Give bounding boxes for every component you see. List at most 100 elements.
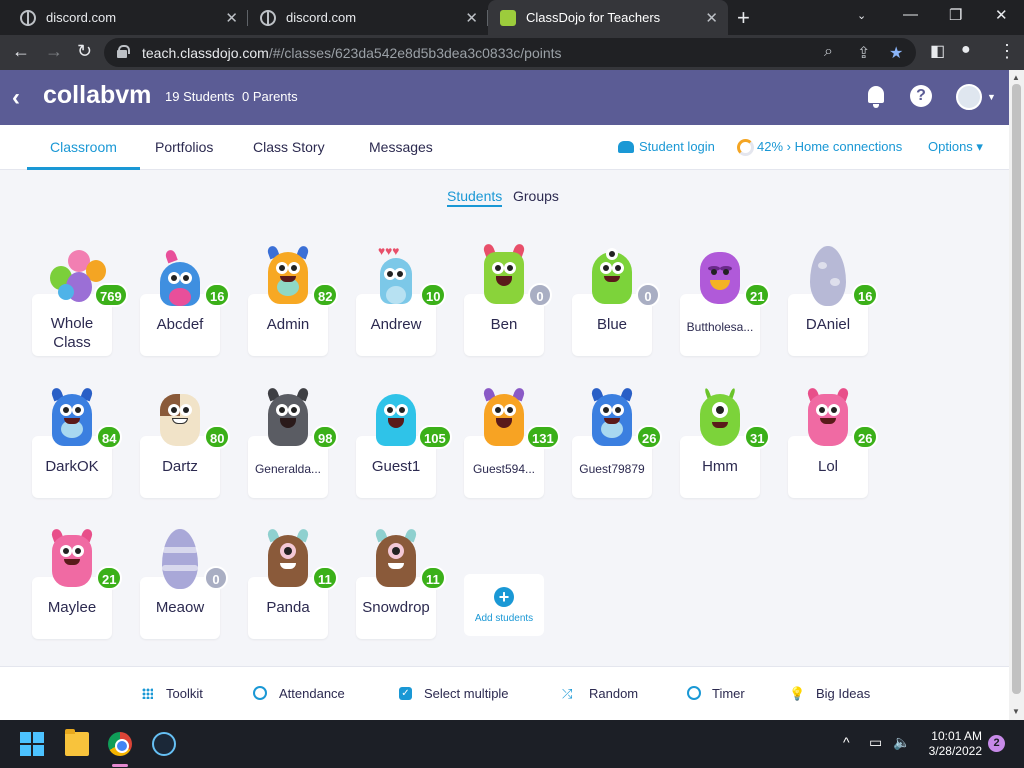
student-card[interactable]: Lol 26 [788,386,879,498]
brown-cyclops-avatar [372,527,420,591]
bell-icon[interactable] [866,86,886,108]
random-button[interactable]: Random [589,686,638,701]
close-icon[interactable]: ✕ [465,9,478,27]
user-avatar[interactable] [956,84,982,110]
striped-egg-avatar [156,527,204,591]
help-icon[interactable]: ? [910,85,932,107]
notification-badge[interactable]: 2 [988,735,1005,752]
toolkit-button[interactable]: Toolkit [166,686,203,701]
url-text[interactable]: teach.classdojo.com/#/classes/623da542e8… [142,45,562,61]
browser-tab[interactable]: discord.com ✕ [248,0,488,35]
student-card[interactable]: Guest594... 131 [464,386,560,498]
browser-tab-active[interactable]: ClassDojo for Teachers ✕ [488,0,728,35]
new-tab-plus-icon[interactable]: + [737,5,750,31]
student-card[interactable]: Meaow 0 [140,527,228,639]
tab-search-chevron-icon[interactable]: ⌄ [857,9,866,22]
tab-portfolios[interactable]: Portfolios [155,139,213,155]
plus-circle-icon: + [494,587,514,607]
student-card[interactable]: Abcdef 16 [140,244,231,356]
close-icon[interactable]: ✕ [705,9,718,27]
student-name: Hmm [702,458,738,475]
forward-arrow-icon[interactable]: → [45,41,63,62]
green-cyclops-avatar [696,386,744,450]
pink-monster-avatar [804,386,852,450]
groups-toggle[interactable]: Groups [513,188,559,204]
tab-classroom[interactable]: Classroom [50,139,117,155]
student-name: Lol [817,458,839,475]
purple-monster-avatar [696,244,744,308]
student-card[interactable]: Guest1 105 [356,386,452,498]
network-icon[interactable]: ▭ [869,734,882,751]
student-card[interactable]: DAniel 16 [788,244,879,356]
student-login-link[interactable]: Student login [639,139,715,154]
egg-avatar [804,244,852,308]
volume-icon[interactable]: 🔈 [893,734,910,751]
windows-start-icon[interactable] [20,732,44,756]
select-multiple-button[interactable]: Select multiple [424,686,509,701]
student-card[interactable]: Ben 0 [464,242,552,356]
points-badge: 26 [636,425,663,449]
tab-class-story[interactable]: Class Story [253,139,325,155]
minimize-icon[interactable]: — [903,6,918,23]
student-card[interactable]: Admin 82 [248,244,339,356]
profile-icon[interactable]: ● [961,41,971,59]
student-card[interactable]: Hmm 31 [680,386,771,498]
student-name: Dartz [162,458,198,475]
student-card[interactable]: DarkOK 84 [32,386,123,498]
timer-button[interactable]: Timer [712,686,745,701]
side-panel-icon[interactable]: ◧ [930,41,945,61]
options-menu[interactable]: Options ▾ [928,139,983,155]
student-name: Panda [266,599,310,616]
attendance-button[interactable]: Attendance [279,686,345,701]
lock-icon[interactable] [117,45,130,58]
points-badge: 0 [528,283,552,307]
student-card[interactable]: Dartz 80 [140,386,231,498]
steam-icon[interactable] [152,732,176,756]
tab-messages[interactable]: Messages [369,139,433,155]
points-badge: 131 [526,425,560,449]
browser-tab-title: ClassDojo for Teachers [526,10,661,25]
chevron-down-icon[interactable]: ▼ [987,92,996,102]
student-card[interactable]: Snowdrop 11 [356,527,446,639]
scroll-down-arrow-icon[interactable]: ▼ [1012,707,1020,716]
student-name: Guest594... [472,462,536,476]
kebab-menu-icon[interactable]: ⋮ [998,41,1016,62]
reload-icon[interactable]: ↻ [77,41,92,62]
parents-count: 0 Parents [242,89,298,104]
student-name: DAniel [805,316,851,333]
back-arrow-icon[interactable]: ← [12,41,30,62]
home-connections-link[interactable]: 42% › Home connections [757,139,902,154]
bookmark-star-icon[interactable]: ★ [889,43,903,63]
student-card-whole-class[interactable]: Whole Class 769 [32,244,128,356]
student-name: Abcdef [156,316,204,333]
chrome-icon[interactable] [108,732,132,756]
class-header: ‹ collabvm 19 Students 0 Parents ? ▼ [0,70,1009,125]
scroll-up-arrow-icon[interactable]: ▲ [1012,73,1020,82]
share-icon[interactable]: ⇪ [857,43,870,63]
students-toggle[interactable]: Students [447,188,503,207]
student-card[interactable]: Buttholesa... 21 [680,244,771,356]
student-name: Ben [490,316,518,333]
restore-icon[interactable]: ❐ [949,6,962,24]
student-card[interactable]: Panda 11 [248,527,338,639]
page-scrollbar[interactable]: ▲ ▼ [1009,70,1024,720]
zoom-icon[interactable]: ⌕ [824,43,833,61]
close-icon[interactable]: ✕ [225,9,238,27]
taskbar-clock[interactable]: 10:01 AM 3/28/2022 [926,729,982,759]
student-card[interactable]: Guest79879 26 [572,386,663,498]
add-students-button[interactable]: + Add students [464,574,544,636]
student-name: Admin [266,316,310,333]
browser-tab[interactable]: discord.com ✕ [8,0,248,35]
scrollbar-thumb[interactable] [1012,84,1021,694]
student-card[interactable]: ♥♥♥ Andrew 10 [356,244,447,356]
student-card[interactable]: Maylee 21 [32,527,123,639]
back-chevron-icon[interactable]: ‹ [12,84,20,112]
student-card[interactable]: Generalda... 98 [248,386,339,498]
address-bar[interactable]: teach.classdojo.com/#/classes/623da542e8… [104,38,916,67]
file-explorer-icon[interactable] [65,729,89,756]
student-card[interactable]: Blue 0 [572,244,660,356]
window-close-icon[interactable]: ✕ [995,6,1008,24]
tray-chevron-up-icon[interactable]: ^ [843,734,850,750]
big-ideas-button[interactable]: Big Ideas [816,686,870,701]
browser-tab-title: discord.com [286,10,357,25]
